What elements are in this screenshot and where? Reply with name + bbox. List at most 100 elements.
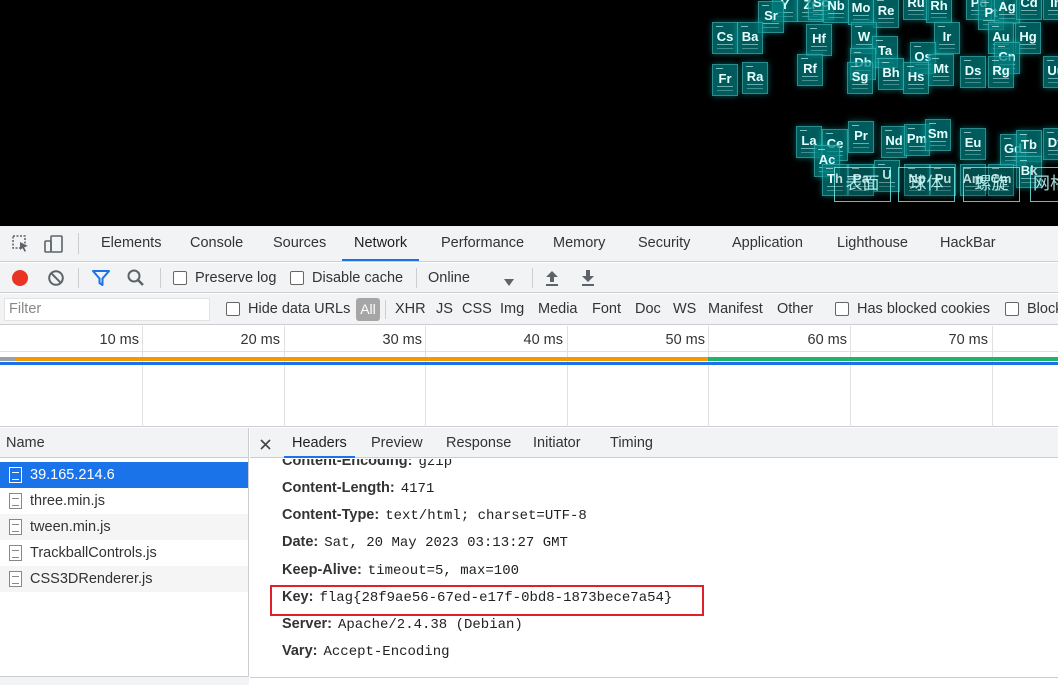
tab-console[interactable]: Console <box>190 226 243 261</box>
filter-type-css[interactable]: CSS <box>462 294 492 325</box>
script-file-icon <box>9 545 22 561</box>
tick-label: 30 ms <box>382 332 423 348</box>
request-name: tween.min.js <box>30 519 111 535</box>
has-blocked-cookies-checkbox[interactable] <box>835 302 849 316</box>
layout-button[interactable]: 网格 <box>1030 167 1058 202</box>
clear-icon[interactable] <box>47 269 65 290</box>
tab-headers[interactable]: Headers <box>284 428 355 458</box>
element-tile: Ra <box>742 62 768 94</box>
close-icon[interactable] <box>260 437 271 453</box>
import-har-icon[interactable] <box>544 269 560 290</box>
layout-button[interactable]: 表面 <box>834 167 891 202</box>
highlight-box <box>270 585 704 616</box>
network-overview[interactable]: 10 ms 20 ms 30 ms 40 ms 50 ms 60 ms 70 m… <box>0 326 1058 427</box>
filter-type-js[interactable]: JS <box>436 294 453 325</box>
tab-preview[interactable]: Preview <box>371 428 423 458</box>
request-row[interactable]: CSS3DRenderer.js <box>0 566 248 592</box>
toolbar-divider <box>416 268 417 288</box>
name-column-header[interactable]: Name <box>0 428 248 458</box>
header-value: 4171 <box>400 481 435 497</box>
element-tile: Hf <box>806 24 832 56</box>
tab-application[interactable]: Application <box>732 226 803 261</box>
tab-security[interactable]: Security <box>638 226 690 261</box>
element-tile: Sg <box>847 62 873 94</box>
throttling-select[interactable]: Online <box>428 263 470 293</box>
devtools-tabbar: Elements Console Sources Network Perform… <box>0 226 1058 262</box>
filter-type-other[interactable]: Other <box>777 294 813 325</box>
filter-icon[interactable] <box>91 269 111 290</box>
filter-type-ws[interactable]: WS <box>673 294 696 325</box>
header-row[interactable]: Date: Sat, 20 May 2023 03:13:27 GMT <box>282 529 568 556</box>
element-tile: In <box>1043 0 1058 20</box>
element-tile: Hs <box>903 62 929 94</box>
tab-memory[interactable]: Memory <box>553 226 605 261</box>
detail-tabbar: Headers Preview Response Initiator Timin… <box>250 428 1058 458</box>
filter-type-font[interactable]: Font <box>592 294 621 325</box>
tab-performance[interactable]: Performance <box>441 226 524 261</box>
header-value: Apache/2.4.38 (Debian) <box>337 617 523 633</box>
header-row[interactable]: Content-Type: text/html; charset=UTF-8 <box>282 502 587 529</box>
header-value: Accept-Encoding <box>323 644 450 660</box>
toolbar-divider <box>160 268 161 288</box>
search-icon[interactable] <box>126 268 146 291</box>
tabbar-divider <box>78 233 79 254</box>
request-row[interactable]: TrackballControls.js <box>0 540 248 566</box>
blocked-requests-checkbox[interactable] <box>1005 302 1019 316</box>
header-name: Vary: <box>282 643 318 659</box>
preserve-log-checkbox[interactable] <box>173 271 187 285</box>
header-row[interactable]: Content-Length: 4171 <box>282 475 434 502</box>
filter-type-doc[interactable]: Doc <box>635 294 661 325</box>
tab-sources[interactable]: Sources <box>273 226 326 261</box>
filter-type-all[interactable]: All <box>356 298 380 321</box>
filter-type-xhr[interactable]: XHR <box>395 294 426 325</box>
devtools-panel: Elements Console Sources Network Perform… <box>0 226 1058 685</box>
export-har-icon[interactable] <box>580 269 596 290</box>
tab-timing[interactable]: Timing <box>610 428 653 458</box>
timing-bar-queue <box>0 357 16 361</box>
tab-elements[interactable]: Elements <box>101 226 161 261</box>
tick-label: 20 ms <box>240 332 281 348</box>
blocked-requests-label: Block <box>1027 301 1058 317</box>
filter-type-manifest[interactable]: Manifest <box>708 294 763 325</box>
filter-input[interactable]: Filter <box>4 298 210 321</box>
request-row[interactable]: three.min.js <box>0 488 248 514</box>
filter-type-img[interactable]: Img <box>500 294 524 325</box>
disable-cache-checkbox[interactable] <box>290 271 304 285</box>
tick-label: 10 ms <box>99 332 140 348</box>
record-icon[interactable] <box>11 269 29 290</box>
hide-data-urls-checkbox[interactable] <box>226 302 240 316</box>
tab-lighthouse[interactable]: Lighthouse <box>837 226 908 261</box>
header-row[interactable]: Content-Encoding: gzip <box>282 459 452 475</box>
header-name: Keep-Alive: <box>282 562 362 578</box>
inspect-element-icon[interactable] <box>12 235 30 256</box>
header-value: text/html; charset=UTF-8 <box>385 508 587 524</box>
request-name: CSS3DRenderer.js <box>30 571 153 587</box>
network-toolbar: Preserve log Disable cache Online <box>0 263 1058 293</box>
layout-button[interactable]: 螺旋 <box>963 167 1020 202</box>
tab-network[interactable]: Network <box>342 226 420 261</box>
request-name: TrackballControls.js <box>30 545 157 561</box>
timeline-gridline <box>708 326 709 427</box>
timeline-gridline <box>284 326 285 427</box>
element-tile: Cs <box>712 22 738 54</box>
element-tile: Ds <box>960 56 986 88</box>
tab-response[interactable]: Response <box>446 428 511 458</box>
header-value: gzip <box>418 459 453 470</box>
request-list: Name 39.165.214.6 three.min.js tween.min… <box>0 428 249 685</box>
layout-button[interactable]: 球体 <box>898 167 955 202</box>
timeline-divider <box>0 351 1058 352</box>
disable-cache-label: Disable cache <box>312 270 404 286</box>
filter-type-media[interactable]: Media <box>538 294 578 325</box>
header-value: Sat, 20 May 2023 03:13:27 GMT <box>324 535 568 551</box>
request-row[interactable]: 39.165.214.6 <box>0 462 248 488</box>
request-row[interactable]: tween.min.js <box>0 514 248 540</box>
header-row[interactable]: Vary: Accept-Encoding <box>282 638 450 665</box>
tab-hackbar[interactable]: HackBar <box>940 226 996 261</box>
dropdown-arrow-icon[interactable] <box>504 274 514 290</box>
element-tile: Fr <box>712 64 738 96</box>
header-row[interactable]: Keep-Alive: timeout=5, max=100 <box>282 557 519 584</box>
device-toolbar-icon[interactable] <box>44 234 64 257</box>
element-tile: Sm <box>925 119 951 151</box>
header-name: Content-Length: <box>282 480 395 496</box>
tab-initiator[interactable]: Initiator <box>533 428 581 458</box>
